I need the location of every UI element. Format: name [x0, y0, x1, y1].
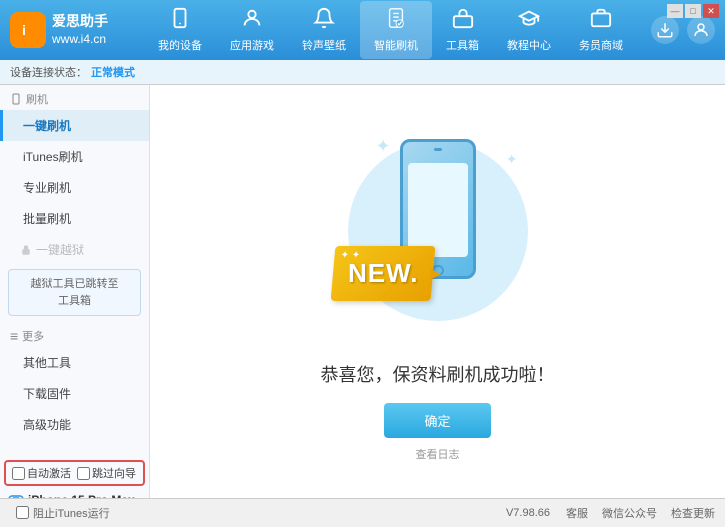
status-bar: 设备连接状态： 正常模式: [0, 60, 725, 85]
nav-ringtone-label: 铃声壁纸: [302, 37, 346, 53]
sidebar-item-jailbreak: 一键越狱: [0, 234, 149, 265]
toolbox-icon: [452, 7, 474, 35]
sidebar-section-more: ≡ 更多: [0, 322, 149, 347]
itunes-checkbox[interactable]: [16, 506, 29, 519]
app-subtitle: www.i4.cn: [52, 31, 108, 48]
service-icon: [590, 7, 612, 35]
maximize-button[interactable]: □: [685, 4, 701, 18]
sidebar-item-batch-flash-label: 批量刷机: [23, 212, 71, 226]
device-icon: [169, 7, 191, 35]
itunes-block: 阻止iTunes运行: [10, 503, 116, 523]
nav-ringtone[interactable]: 铃声壁纸: [288, 1, 360, 59]
status-mode: 正常模式: [91, 64, 135, 80]
sidebar-section-more-label: 更多: [22, 328, 44, 344]
confirm-button[interactable]: 确定: [384, 403, 490, 438]
nav-tutorial-label: 教程中心: [507, 37, 551, 53]
header: i 爱思助手 www.i4.cn 我的设备 应用游戏: [0, 0, 725, 60]
itunes-label: 阻止iTunes运行: [33, 505, 110, 521]
flash-icon: [385, 7, 407, 35]
device-name: iPhone 15 Pro Max: [28, 493, 135, 498]
nav-toolbox-label: 工具箱: [446, 37, 479, 53]
nav-service-label: 务员商域: [579, 37, 623, 53]
phone-illustration: ✦ ✦ ✦ ✦ ✦ NEW. ▶: [328, 121, 548, 341]
nav-smart-flash[interactable]: 智能刷机: [360, 1, 432, 59]
bottom-right-links: 客服 微信公众号 检查更新: [566, 505, 715, 521]
new-text: NEW.: [347, 258, 417, 289]
window-controls: — □ ✕: [667, 4, 719, 18]
sidebar-section-flash-label: 刷机: [26, 91, 48, 107]
link-customer-service[interactable]: 客服: [566, 505, 588, 521]
device-detail: iPhone 15 Pro Max 512GB iPhone: [28, 493, 135, 498]
nav-my-device[interactable]: 我的设备: [144, 1, 216, 59]
nav-toolbox[interactable]: 工具箱: [432, 1, 493, 59]
minimize-button[interactable]: —: [667, 4, 683, 18]
sidebar-item-advanced-label: 高级功能: [23, 418, 71, 432]
nav-smart-flash-label: 智能刷机: [374, 37, 418, 53]
sidebar-device-info: iPhone 15 Pro Max 512GB iPhone: [0, 489, 149, 498]
sidebar-item-one-key-flash-label: 一键刷机: [23, 119, 71, 133]
app-title: 爱思助手: [52, 12, 108, 32]
logo-icon: i: [10, 12, 46, 48]
sidebar-item-one-key-flash[interactable]: 一键刷机: [0, 110, 149, 141]
nav-tutorial[interactable]: 教程中心: [493, 1, 565, 59]
link-check-update[interactable]: 检查更新: [671, 505, 715, 521]
header-right: [651, 16, 715, 44]
version-label: V7.98.66: [506, 507, 550, 519]
sidebar-item-download-firmware[interactable]: 下载固件: [0, 378, 149, 409]
status-prefix: 设备连接状态：: [10, 64, 87, 80]
apps-icon: [241, 7, 263, 35]
phone-screen: [408, 163, 468, 257]
phone-speaker: [434, 148, 442, 151]
sidebar: 刷机 一键刷机 iTunes刷机 专业刷机 批量刷机 一键越狱 越狱工具已跳转至…: [0, 85, 150, 498]
skip-guide-checkbox[interactable]: [77, 467, 90, 480]
sidebar-item-itunes-flash-label: iTunes刷机: [23, 150, 83, 164]
nav-items: 我的设备 应用游戏 铃声壁纸 智能刷机: [130, 1, 651, 59]
sidebar-item-advanced[interactable]: 高级功能: [0, 409, 149, 440]
download-button[interactable]: [651, 16, 679, 44]
sidebar-device-options: 自动激活 跳过向导: [4, 460, 145, 486]
link-wechat[interactable]: 微信公众号: [602, 505, 657, 521]
ringtone-icon: [313, 7, 335, 35]
sidebar-item-other-tools-label: 其他工具: [23, 356, 71, 370]
sidebar-item-other-tools[interactable]: 其他工具: [0, 347, 149, 378]
tutorial-icon: [518, 7, 540, 35]
sidebar-item-download-firmware-label: 下载固件: [23, 387, 71, 401]
sidebar-item-pro-flash[interactable]: 专业刷机: [0, 172, 149, 203]
ribbon-arrow: ▶: [429, 265, 441, 282]
skip-guide-label[interactable]: 跳过向导: [92, 465, 136, 481]
content-area: ✦ ✦ ✦ ✦ ✦ NEW. ▶ 恭喜您，保资料刷机成功啦！: [150, 85, 725, 498]
sidebar-item-pro-flash-label: 专业刷机: [23, 181, 71, 195]
sidebar-item-itunes-flash[interactable]: iTunes刷机: [0, 141, 149, 172]
nav-apps-games[interactable]: 应用游戏: [216, 1, 288, 59]
sidebar-bottom-area: 自动激活 跳过向导 iPhone 15 Pro Max 512GB iPhone: [0, 460, 149, 498]
sparkle-2: ✦: [506, 151, 518, 168]
svg-text:i: i: [22, 22, 26, 38]
user-button[interactable]: [687, 16, 715, 44]
sidebar-section-flash: 刷机: [0, 85, 149, 110]
sidebar-notice: 越狱工具已跳转至工具箱: [8, 269, 141, 316]
sparkle-1: ✦: [376, 136, 391, 157]
log-link[interactable]: 查看日志: [416, 446, 460, 462]
nav-my-device-label: 我的设备: [158, 37, 202, 53]
auto-activate-label[interactable]: 自动激活: [27, 465, 71, 481]
close-button[interactable]: ✕: [703, 4, 719, 18]
main-layout: 刷机 一键刷机 iTunes刷机 专业刷机 批量刷机 一键越狱 越狱工具已跳转至…: [0, 85, 725, 498]
sidebar-item-batch-flash[interactable]: 批量刷机: [0, 203, 149, 234]
sidebar-item-jailbreak-label: 一键越狱: [36, 241, 84, 258]
nav-service[interactable]: 务员商域: [565, 1, 637, 59]
logo-text: 爱思助手 www.i4.cn: [52, 12, 108, 48]
logo: i 爱思助手 www.i4.cn: [10, 12, 110, 48]
bottom-bar: 阻止iTunes运行 V7.98.66 客服 微信公众号 检查更新: [0, 498, 725, 526]
auto-activate-checkbox[interactable]: [12, 467, 25, 480]
success-message: 恭喜您，保资料刷机成功啦！: [321, 361, 555, 387]
nav-apps-label: 应用游戏: [230, 37, 274, 53]
new-ribbon: ✦ ✦ NEW. ▶: [330, 246, 435, 301]
